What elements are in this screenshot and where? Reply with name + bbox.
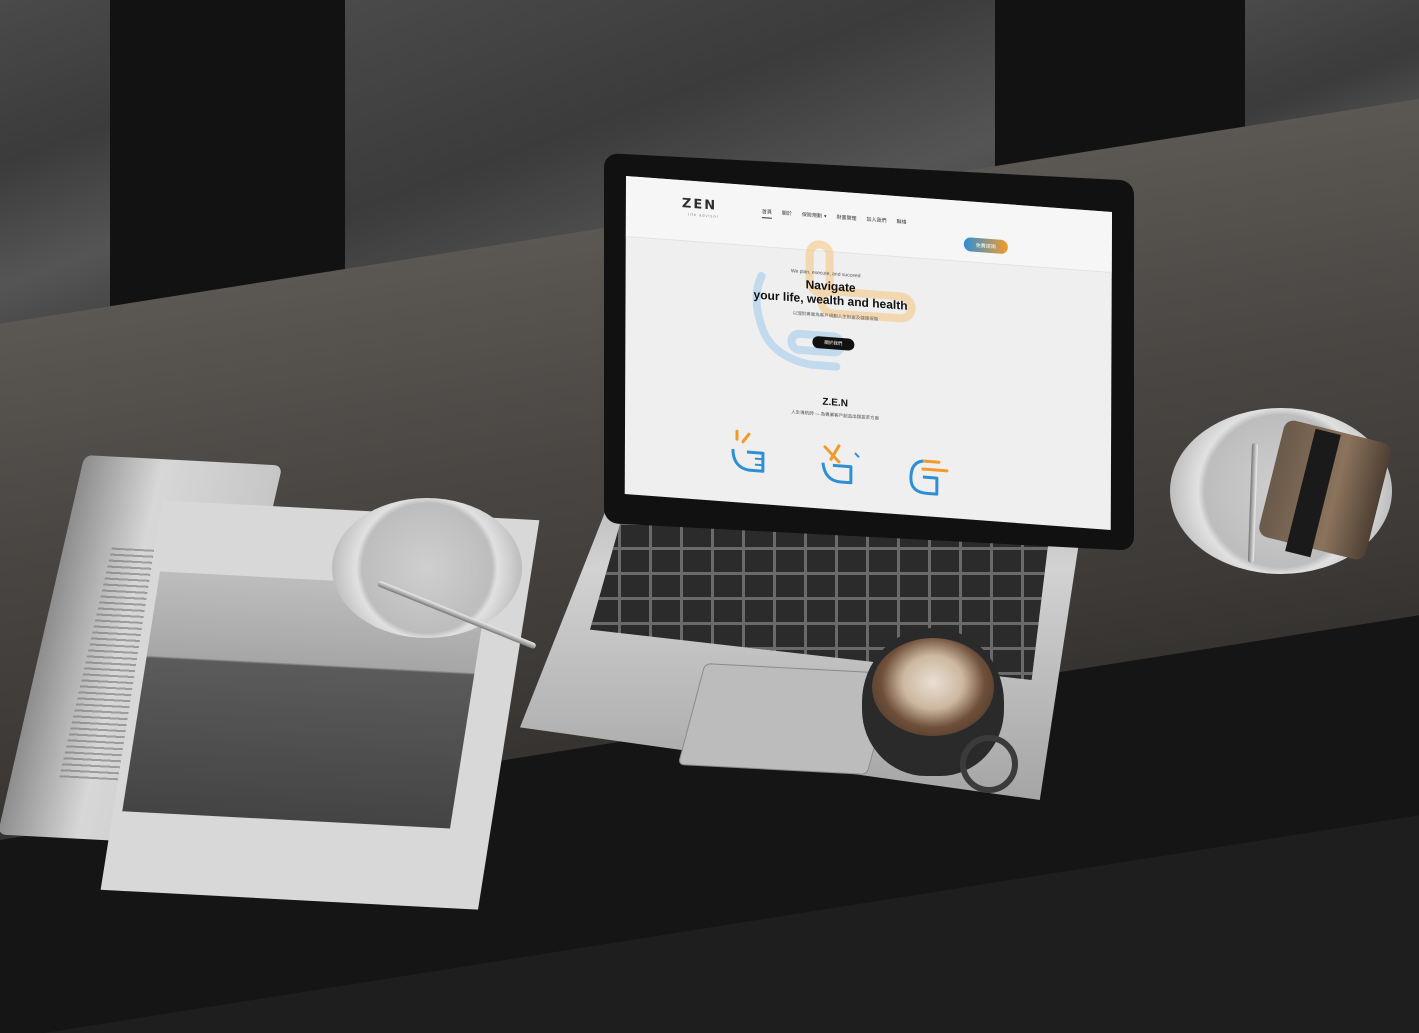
cup-handle xyxy=(960,735,1018,793)
hand-pointing-icon xyxy=(909,459,949,496)
nav-item-insurance[interactable]: 保險規劃 ▾ xyxy=(802,211,827,223)
nav-item-wealth[interactable]: 財富管理 xyxy=(836,214,856,225)
saucer xyxy=(332,498,522,638)
logo-subtitle: life advisor xyxy=(687,211,720,219)
consultation-button[interactable]: 免費諮詢 xyxy=(963,237,1008,255)
photo-scene xyxy=(0,0,1419,1033)
nav-item-insurance-label: 保險規劃 xyxy=(801,212,822,220)
hand-thumbs-up-icon xyxy=(731,429,765,473)
nav-item-about[interactable]: 關於 xyxy=(782,210,792,221)
nav-item-contact[interactable]: 聯絡 xyxy=(896,218,906,229)
main-nav: 首頁 關於 保險規劃 ▾ 財富管理 加入我們 聯絡 xyxy=(761,208,907,229)
chevron-down-icon: ▾ xyxy=(823,213,827,220)
nav-item-join[interactable]: 加入我們 xyxy=(866,216,886,227)
laptop-screen-website: ZEN life advisor 首頁 關於 保險規劃 ▾ 財富管理 加入我們 聯… xyxy=(624,176,1112,530)
hand-cross-fingers-icon xyxy=(821,444,860,485)
latte-art xyxy=(872,638,994,736)
nav-item-home[interactable]: 首頁 xyxy=(761,208,772,219)
site-logo[interactable]: ZEN life advisor xyxy=(682,194,726,223)
